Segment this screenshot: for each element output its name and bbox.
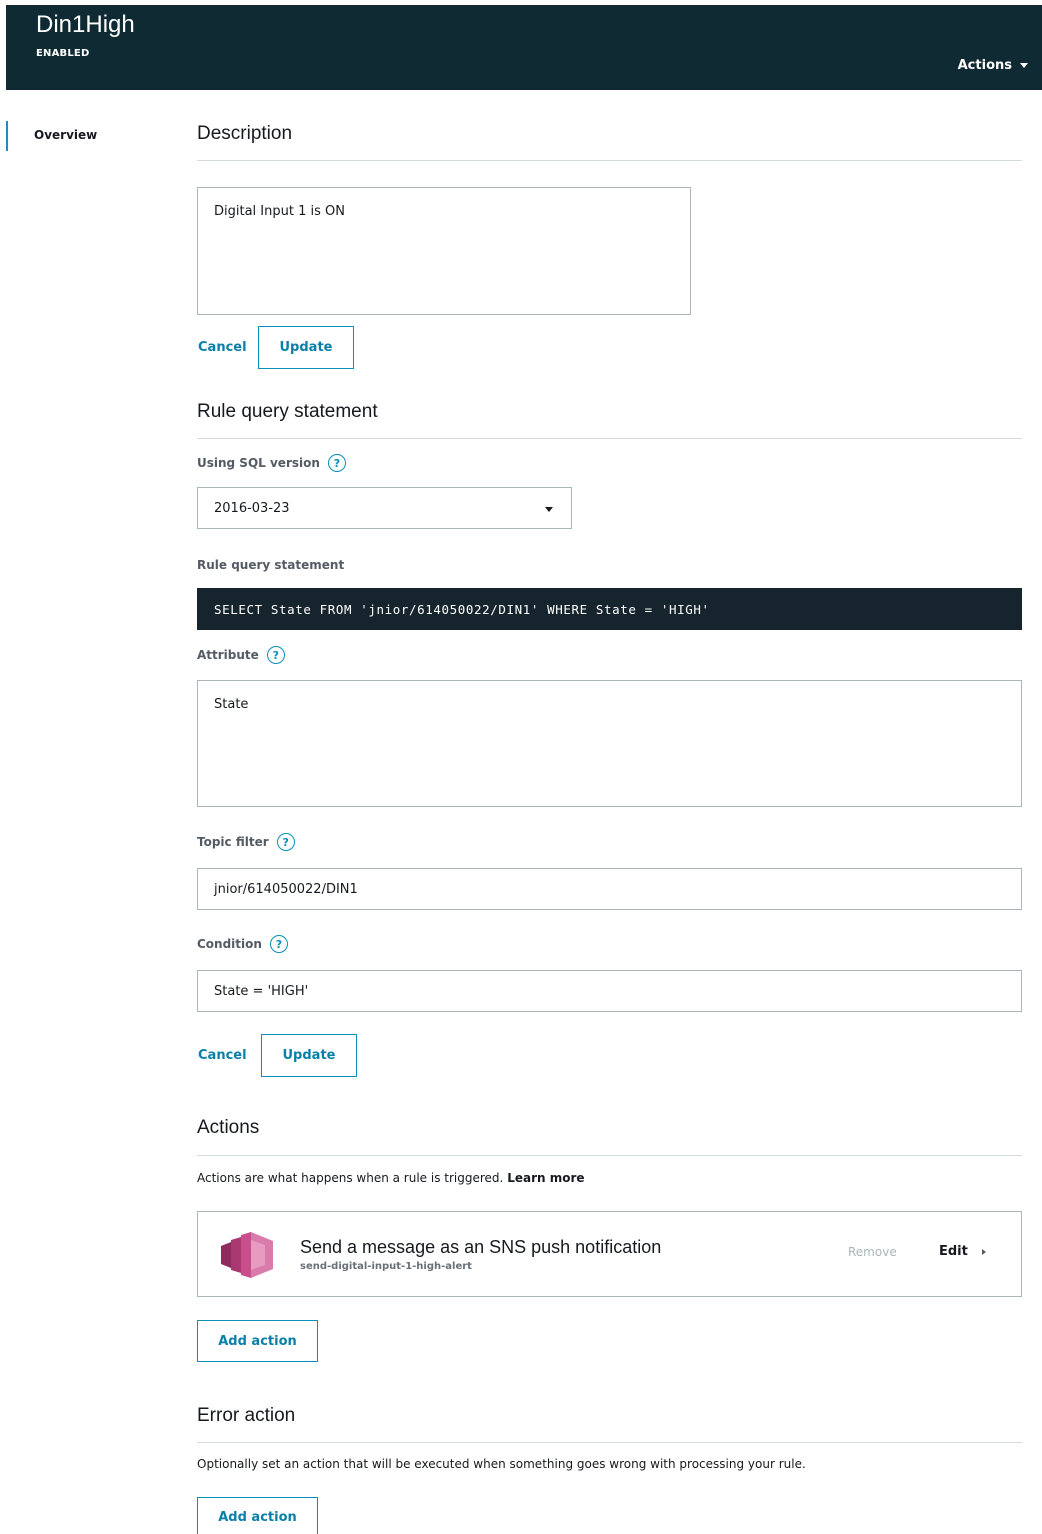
condition-value: State = 'HIGH' (214, 983, 309, 999)
rule-query-statement-label: Rule query statement (197, 558, 345, 572)
sql-version-label-text: Using SQL version (197, 456, 320, 470)
actions-helper-text: Actions are what happens when a rule is … (197, 1171, 585, 1185)
actions-menu-button[interactable]: Actions (958, 58, 1028, 73)
section-divider (197, 438, 1022, 439)
learn-more-link[interactable]: Learn more (507, 1171, 584, 1185)
condition-label: Condition ? (197, 935, 288, 953)
error-action-helper-text: Optionally set an action that will be ex… (197, 1457, 806, 1471)
attribute-label-text: Attribute (197, 648, 259, 662)
condition-label-text: Condition (197, 937, 262, 951)
rule-status-badge: ENABLED (36, 48, 90, 59)
error-action-section-title: Error action (197, 1405, 296, 1426)
rule-header: Din1High ENABLED Actions (6, 5, 1042, 90)
rule-query-section-title: Rule query statement (197, 401, 378, 422)
section-divider (197, 1442, 1022, 1443)
sql-version-select[interactable]: 2016-03-23 (197, 487, 572, 529)
sns-service-icon (221, 1232, 273, 1278)
attribute-textarea[interactable]: State (197, 680, 1022, 807)
topic-filter-label: Topic filter ? (197, 833, 295, 851)
action-remove-button[interactable]: Remove (848, 1245, 897, 1259)
help-circle-icon[interactable]: ? (269, 935, 288, 953)
rule-query-update-button[interactable]: Update (261, 1034, 357, 1077)
rule-query-cancel-button[interactable]: Cancel (198, 1048, 247, 1063)
description-update-button[interactable]: Update (258, 326, 354, 369)
help-circle-icon[interactable]: ? (327, 454, 346, 472)
description-section-title: Description (197, 123, 293, 144)
description-cancel-button[interactable]: Cancel (198, 340, 247, 355)
help-circle-icon[interactable]: ? (276, 833, 295, 851)
chevron-right-icon (981, 1248, 986, 1255)
nav-active-indicator (6, 121, 8, 151)
section-divider (197, 1155, 1022, 1156)
nav-item-overview[interactable]: Overview (34, 128, 97, 142)
action-edit-button[interactable]: Edit (939, 1244, 986, 1259)
chevron-down-icon (545, 507, 553, 512)
sql-version-label: Using SQL version ? (197, 454, 346, 472)
action-edit-label: Edit (939, 1244, 968, 1259)
rule-title: Din1High (36, 11, 135, 38)
topic-filter-value: jnior/614050022/DIN1 (214, 881, 358, 897)
chevron-down-icon (1020, 63, 1028, 68)
add-error-action-button[interactable]: Add action (197, 1497, 318, 1534)
actions-section-title: Actions (197, 1117, 260, 1138)
attribute-label: Attribute ? (197, 646, 285, 664)
action-target-name: send-digital-input-1-high-alert (300, 1261, 472, 1272)
action-name: Send a message as an SNS push notificati… (300, 1237, 662, 1257)
action-card-sns: Send a message as an SNS push notificati… (197, 1211, 1022, 1297)
description-textarea[interactable]: Digital Input 1 is ON (197, 187, 691, 315)
section-divider (197, 160, 1022, 161)
actions-helper-text-body: Actions are what happens when a rule is … (197, 1171, 504, 1185)
rule-query-statement-code: SELECT State FROM 'jnior/614050022/DIN1'… (197, 588, 1022, 630)
add-action-button[interactable]: Add action (197, 1320, 318, 1362)
sql-version-value: 2016-03-23 (214, 500, 290, 516)
topic-filter-input[interactable]: jnior/614050022/DIN1 (197, 868, 1022, 910)
help-circle-icon[interactable]: ? (266, 646, 285, 664)
condition-input[interactable]: State = 'HIGH' (197, 970, 1022, 1012)
actions-menu-label: Actions (957, 58, 1012, 73)
topic-filter-label-text: Topic filter (197, 835, 269, 849)
